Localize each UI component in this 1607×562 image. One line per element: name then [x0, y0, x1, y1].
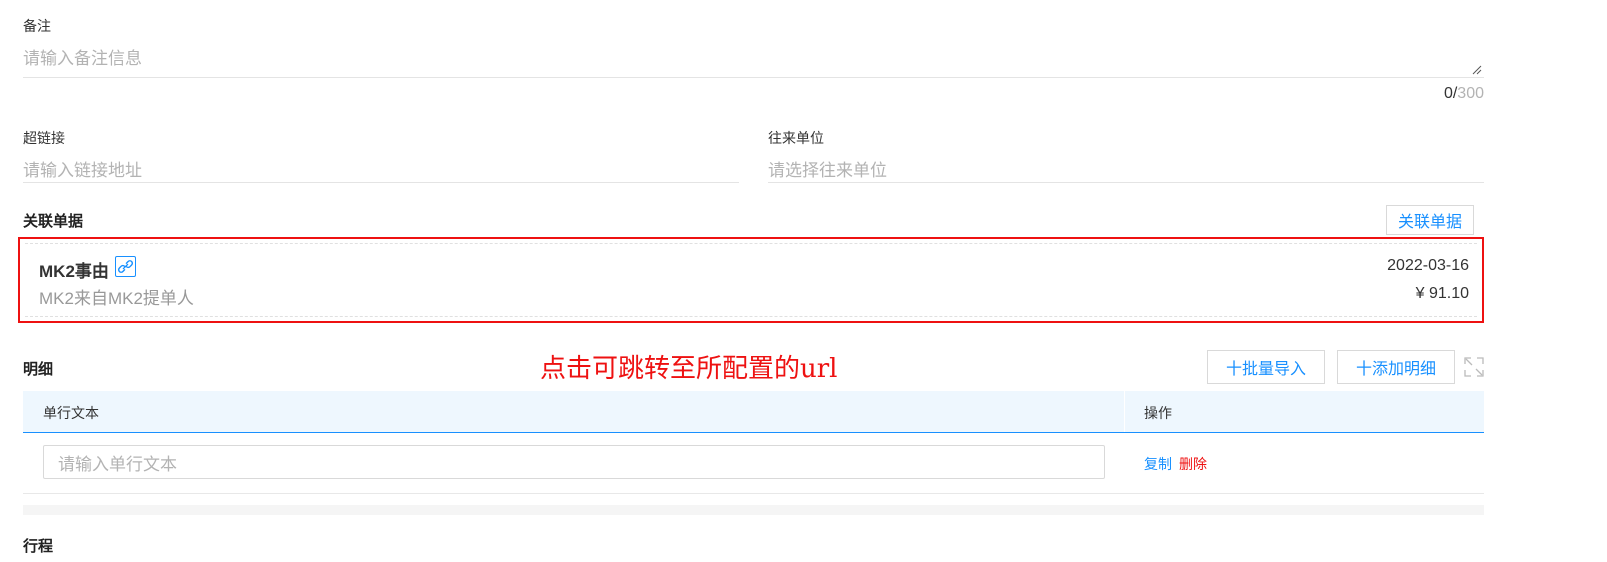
- remark-label: 备注: [23, 18, 51, 34]
- delete-row-link[interactable]: 删除: [1179, 454, 1207, 474]
- column-header-text: 单行文本: [43, 405, 99, 421]
- details-title: 明细: [23, 361, 54, 378]
- remark-placeholder: 请输入备注信息: [23, 49, 142, 68]
- annotation-text: 点击可跳转至所配置的url: [540, 354, 838, 384]
- hyperlink-input[interactable]: 请输入链接地址: [23, 152, 739, 183]
- row-text-input[interactable]: 请输入单行文本: [43, 445, 1105, 479]
- row-text-placeholder: 请输入单行文本: [58, 454, 177, 474]
- hyperlink-placeholder: 请输入链接地址: [23, 161, 142, 180]
- remark-max: 300: [1457, 85, 1484, 102]
- batch-import-button[interactable]: 十批量导入: [1207, 350, 1325, 384]
- remark-char-counter: 0/300: [1444, 85, 1484, 103]
- related-docs-button[interactable]: 关联单据: [1386, 205, 1474, 235]
- column-header-actions: 操作: [1144, 405, 1172, 421]
- details-table-header: 单行文本 操作: [23, 391, 1484, 433]
- remark-count: 0/: [1443, 85, 1458, 102]
- related-doc-subtitle: MK2来自MK2提单人: [39, 289, 194, 308]
- table-row: 请输入单行文本 复制 删除: [23, 433, 1484, 494]
- remark-textarea[interactable]: 请输入备注信息: [23, 40, 1484, 78]
- expand-icon[interactable]: [1464, 357, 1484, 377]
- related-docs-title: 关联单据: [23, 213, 84, 230]
- add-detail-button[interactable]: 十添加明细: [1337, 350, 1455, 384]
- copy-row-link[interactable]: 复制: [1144, 454, 1172, 474]
- related-doc-title: MK2事由: [39, 262, 109, 281]
- partner-placeholder: 请选择往来单位: [768, 161, 887, 180]
- section-separator: [23, 505, 1484, 515]
- related-doc-date: 2022-03-16: [1387, 257, 1469, 274]
- column-divider: [1124, 391, 1125, 432]
- partner-select[interactable]: 请选择往来单位: [768, 152, 1484, 183]
- partner-label: 往来单位: [768, 130, 824, 146]
- link-icon[interactable]: [115, 256, 136, 277]
- itinerary-title: 行程: [23, 538, 54, 555]
- hyperlink-label: 超链接: [23, 130, 65, 146]
- related-doc-amount: ¥ 91.10: [1415, 285, 1469, 302]
- resize-handle-icon[interactable]: [1472, 65, 1482, 75]
- related-doc-card[interactable]: MK2事由 MK2来自MK2提单人 2022-03-16 ¥ 91.10: [25, 243, 1477, 317]
